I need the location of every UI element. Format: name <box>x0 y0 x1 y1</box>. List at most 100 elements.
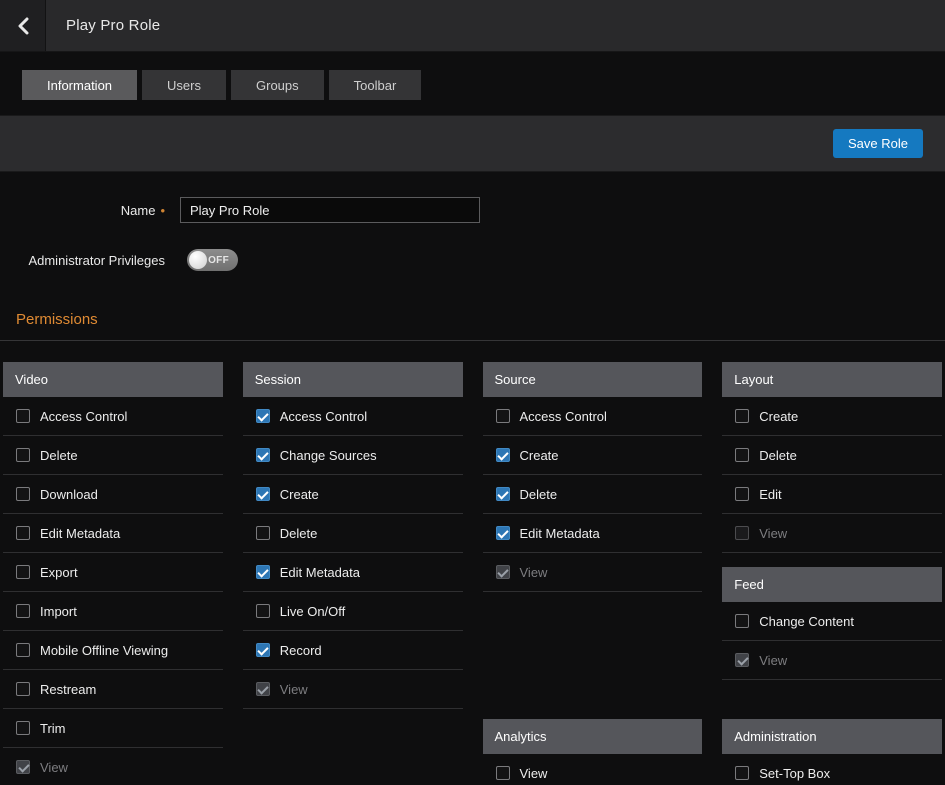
permission-row-session-edit-metadata[interactable]: Edit Metadata <box>243 553 463 592</box>
permissions-column: SourceAccess ControlCreateDeleteEdit Met… <box>483 362 703 785</box>
checkbox-checked-icon[interactable] <box>496 526 510 540</box>
permission-row-layout-create[interactable]: Create <box>722 397 942 436</box>
tab-information[interactable]: Information <box>22 70 137 100</box>
permission-label: Create <box>280 487 319 502</box>
checkbox-checked-icon[interactable] <box>256 487 270 501</box>
permission-label: Delete <box>520 487 558 502</box>
permissions-column: Session Access Control Change Sources Creat… <box>243 362 463 785</box>
checkbox-unchecked-icon[interactable] <box>256 604 270 618</box>
permission-label: Access Control <box>280 409 367 424</box>
permission-row-source-access-control[interactable]: Access Control <box>483 397 703 436</box>
permission-group-title: Analytics <box>483 719 703 754</box>
checkbox-unchecked-icon[interactable] <box>735 409 749 423</box>
permission-row-source-edit-metadata[interactable]: Edit Metadata <box>483 514 703 553</box>
save-role-button[interactable]: Save Role <box>833 129 923 158</box>
permission-row-feed-view: View <box>722 641 942 680</box>
checkbox-unchecked-icon[interactable] <box>735 766 749 780</box>
checkbox-unchecked-icon[interactable] <box>16 448 30 462</box>
permission-row-video-restream[interactable]: Restream <box>3 670 223 709</box>
permissions-heading: Permissions <box>16 311 945 328</box>
permission-label: Import <box>40 604 77 619</box>
permission-row-video-import[interactable]: Import <box>3 592 223 631</box>
tab-users[interactable]: Users <box>142 70 226 100</box>
checkbox-unchecked-icon[interactable] <box>16 721 30 735</box>
checkbox-unchecked-icon[interactable] <box>735 614 749 628</box>
permission-row-video-export[interactable]: Export <box>3 553 223 592</box>
permission-label: Set-Top Box <box>759 766 830 781</box>
checkbox-checked-icon <box>496 565 510 579</box>
checkbox-checked-icon[interactable] <box>256 448 270 462</box>
permission-label: View <box>280 682 308 697</box>
permission-group-video: VideoAccess ControlDeleteDownloadEdit Me… <box>3 362 223 785</box>
permission-row-analytics-view[interactable]: View <box>483 754 703 785</box>
checkbox-unchecked-icon[interactable] <box>16 409 30 423</box>
tab-toolbar[interactable]: Toolbar <box>329 70 422 100</box>
permission-group-feed: FeedChange ContentView <box>722 567 942 680</box>
permission-row-layout-delete[interactable]: Delete <box>722 436 942 475</box>
permission-group-title: Session <box>243 362 463 397</box>
checkbox-unchecked-icon[interactable] <box>256 526 270 540</box>
name-input[interactable] <box>180 197 480 223</box>
permission-group-source: SourceAccess ControlCreateDeleteEdit Met… <box>483 362 703 592</box>
checkbox-checked-icon[interactable] <box>496 448 510 462</box>
admin-privileges-row: Administrator Privileges OFF <box>0 249 945 271</box>
checkbox-checked-icon[interactable] <box>256 409 270 423</box>
permission-label: Change Sources <box>280 448 377 463</box>
permission-group-layout: LayoutCreateDeleteEditView <box>722 362 942 553</box>
admin-privileges-toggle[interactable]: OFF <box>187 249 238 271</box>
permission-label: Edit Metadata <box>280 565 360 580</box>
chevron-left-icon <box>17 17 29 35</box>
checkbox-unchecked-icon[interactable] <box>16 643 30 657</box>
name-label: Name• <box>0 203 165 218</box>
permission-row-session-record[interactable]: Record <box>243 631 463 670</box>
permission-label: View <box>520 565 548 580</box>
permission-group-session: Session Access Control Change Sources Creat… <box>243 362 463 709</box>
permission-label: Live On/Off <box>280 604 346 619</box>
tab-groups[interactable]: Groups <box>231 70 324 100</box>
checkbox-unchecked-icon[interactable] <box>496 409 510 423</box>
checkbox-unchecked-icon[interactable] <box>16 565 30 579</box>
permission-label: Mobile Offline Viewing <box>40 643 168 658</box>
permission-group-analytics: Analytics View <box>483 719 703 785</box>
permission-row-session-change-sources[interactable]: Change Sources <box>243 436 463 475</box>
checkbox-checked-icon[interactable] <box>256 565 270 579</box>
checkbox-unchecked-icon[interactable] <box>735 448 749 462</box>
permission-row-session-access-control[interactable]: Access Control <box>243 397 463 436</box>
permission-row-video-edit-metadata[interactable]: Edit Metadata <box>3 514 223 553</box>
permission-label: View <box>759 653 787 668</box>
admin-privileges-label: Administrator Privileges <box>0 253 165 268</box>
checkbox-unchecked-icon[interactable] <box>496 766 510 780</box>
permission-row-layout-edit[interactable]: Edit <box>722 475 942 514</box>
permission-label: View <box>40 760 68 775</box>
permission-row-video-trim[interactable]: Trim <box>3 709 223 748</box>
checkbox-checked-icon[interactable] <box>256 643 270 657</box>
checkbox-checked-icon[interactable] <box>496 487 510 501</box>
checkbox-unchecked-icon[interactable] <box>16 604 30 618</box>
permission-group-title: Administration <box>722 719 942 754</box>
permission-label: View <box>520 766 548 781</box>
permission-label: Record <box>280 643 322 658</box>
permission-row-video-mobile-offline-viewing[interactable]: Mobile Offline Viewing <box>3 631 223 670</box>
permission-row-session-live-on-off[interactable]: Live On/Off <box>243 592 463 631</box>
permission-label: Create <box>759 409 798 424</box>
permission-row-video-download[interactable]: Download <box>3 475 223 514</box>
permission-row-video-delete[interactable]: Delete <box>3 436 223 475</box>
permission-row-feed-change-content[interactable]: Change Content <box>722 602 942 641</box>
permission-group-administration: Administration Set-Top Box <box>722 719 942 785</box>
app-header: Play Pro Role <box>0 0 945 52</box>
permission-row-source-create[interactable]: Create <box>483 436 703 475</box>
permission-row-source-delete[interactable]: Delete <box>483 475 703 514</box>
checkbox-unchecked-icon[interactable] <box>16 526 30 540</box>
checkbox-unchecked-icon[interactable] <box>16 682 30 696</box>
permission-label: Edit Metadata <box>520 526 600 541</box>
permission-row-administration-set-top-box[interactable]: Set-Top Box <box>722 754 942 785</box>
permission-label: Change Content <box>759 614 854 629</box>
permission-row-session-create[interactable]: Create <box>243 475 463 514</box>
checkbox-checked-icon <box>735 653 749 667</box>
toggle-knob-icon <box>189 251 207 269</box>
checkbox-unchecked-icon[interactable] <box>735 487 749 501</box>
permission-row-session-delete[interactable]: Delete <box>243 514 463 553</box>
back-button[interactable] <box>0 0 46 51</box>
permission-row-video-access-control[interactable]: Access Control <box>3 397 223 436</box>
checkbox-unchecked-icon[interactable] <box>16 487 30 501</box>
